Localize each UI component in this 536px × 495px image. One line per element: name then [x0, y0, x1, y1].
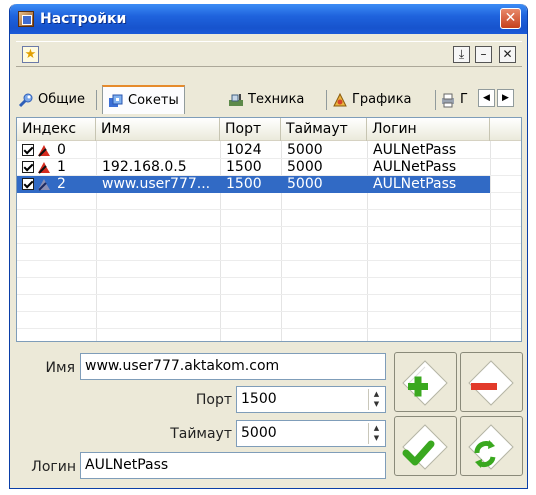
- col-timeout-header[interactable]: Таймаут: [281, 118, 367, 141]
- close-panel-button[interactable]: ✕: [499, 46, 516, 63]
- tab-hardware[interactable]: Техника: [228, 87, 304, 112]
- grid-line: [17, 328, 521, 329]
- grid-line: [17, 209, 521, 210]
- name-label: Имя: [45, 360, 75, 376]
- remove-icon: [468, 360, 514, 406]
- refresh-icon: [468, 424, 514, 470]
- apply-button[interactable]: [394, 416, 457, 476]
- tab-hardware-label: Техника: [248, 92, 305, 107]
- tab-print[interactable]: Г: [440, 87, 468, 112]
- cell-timeout: 5000: [287, 176, 323, 192]
- spin-up-icon[interactable]: ▲: [369, 423, 384, 433]
- cell-timeout: 5000: [287, 142, 323, 158]
- port-spin[interactable]: ▲ ▼: [368, 389, 384, 410]
- timeout-spin[interactable]: ▲ ▼: [368, 423, 384, 444]
- row-enabled-checkbox[interactable]: [22, 178, 34, 190]
- tab-scroll-right-button[interactable]: ▶: [497, 89, 514, 107]
- grid-line: [17, 243, 521, 244]
- cell-index: 2: [57, 176, 66, 192]
- cell-index: 0: [57, 142, 66, 158]
- port-value: 1500: [241, 391, 277, 407]
- sockets-icon: [109, 94, 123, 107]
- table-row[interactable]: 1 192.168.0.5 1500 5000 AULNetPass: [17, 159, 521, 176]
- sockets-grid: Индекс Имя Порт Таймаут Логин 0 1024 500…: [16, 117, 522, 342]
- cell-port: 1500: [226, 176, 262, 192]
- col-port-header[interactable]: Порт: [220, 118, 281, 141]
- cell-login: AULNetPass: [373, 159, 457, 175]
- spin-up-icon[interactable]: ▲: [369, 389, 384, 399]
- spin-down-icon[interactable]: ▼: [369, 399, 384, 409]
- close-button[interactable]: ✕: [500, 8, 521, 29]
- toolbar: ★ ⤓ – ✕: [16, 41, 522, 67]
- col-name-header[interactable]: Имя: [96, 118, 220, 141]
- cell-port: 1500: [226, 159, 262, 175]
- tab-scroll-left-button[interactable]: ◀: [478, 89, 495, 107]
- tab-sockets-label: Сокеты: [128, 93, 179, 108]
- cell-port: 1024: [226, 142, 262, 158]
- timeout-label: Таймаут: [170, 426, 232, 442]
- grid-line: [17, 260, 521, 261]
- tab-print-label: Г: [460, 92, 468, 107]
- port-label: Порт: [195, 392, 232, 408]
- tab-separator: [96, 90, 97, 110]
- refresh-button[interactable]: [460, 416, 523, 476]
- socket-icon: [38, 162, 50, 174]
- socket-icon: [38, 179, 50, 191]
- cell-login: AULNetPass: [373, 142, 457, 158]
- row-enabled-checkbox[interactable]: [22, 161, 34, 173]
- window-title: Настройки: [40, 11, 127, 27]
- delete-socket-button[interactable]: [460, 352, 523, 412]
- table-row-selected[interactable]: 2 www.user777... 1500 5000 AULNetPass: [17, 176, 490, 193]
- cell-name: 192.168.0.5: [102, 159, 187, 175]
- graphics-icon: [333, 92, 347, 106]
- name-field[interactable]: www.user777.aktakom.com: [80, 353, 386, 380]
- app-icon: [18, 11, 34, 27]
- port-stepper[interactable]: 1500 ▲ ▼: [236, 386, 386, 413]
- timeout-value: 5000: [241, 425, 277, 441]
- login-field[interactable]: AULNetPass: [80, 452, 386, 479]
- cell-name: www.user777...: [102, 176, 211, 192]
- tab-general[interactable]: Общие: [18, 87, 85, 112]
- grid-line: [17, 226, 521, 227]
- tab-bar: Общие Сокеты Техника Графика Г ◀ ▶: [10, 85, 516, 114]
- col-index-header[interactable]: Индекс: [17, 118, 96, 141]
- tab-sockets[interactable]: Сокеты: [102, 85, 185, 114]
- hardware-icon: [229, 93, 243, 106]
- col-login-header[interactable]: Логин: [367, 118, 490, 141]
- tab-graphics[interactable]: Графика: [332, 87, 412, 112]
- table-row[interactable]: 0 1024 5000 AULNetPass: [17, 142, 521, 159]
- cell-name: [97, 142, 220, 159]
- tab-graphics-label: Графика: [352, 92, 412, 107]
- add-icon: [402, 360, 448, 406]
- grid-line: [17, 294, 521, 295]
- add-socket-button[interactable]: [394, 352, 457, 412]
- cell-login: AULNetPass: [373, 176, 457, 192]
- login-label: Логин: [31, 459, 76, 475]
- minimize-button[interactable]: –: [475, 46, 492, 63]
- cell-index: 1: [57, 159, 66, 175]
- dock-button[interactable]: ⤓: [453, 46, 470, 63]
- tab-separator: [326, 90, 327, 110]
- grid-line: [17, 311, 521, 312]
- grid-header: Индекс Имя Порт Таймаут Логин: [17, 118, 521, 141]
- tab-general-label: Общие: [38, 92, 85, 107]
- row-enabled-checkbox[interactable]: [22, 144, 34, 156]
- star-icon[interactable]: ★: [22, 46, 39, 63]
- cell-timeout: 5000: [287, 159, 323, 175]
- title-bar[interactable]: Настройки ✕: [10, 4, 527, 34]
- checkmark-icon: [402, 424, 448, 470]
- timeout-stepper[interactable]: 5000 ▲ ▼: [236, 420, 386, 447]
- spin-down-icon[interactable]: ▼: [369, 433, 384, 443]
- socket-icon: [38, 145, 50, 157]
- tab-separator: [435, 90, 436, 110]
- wrench-icon: [18, 93, 33, 107]
- printer-icon: [442, 93, 454, 107]
- grid-line: [17, 277, 521, 278]
